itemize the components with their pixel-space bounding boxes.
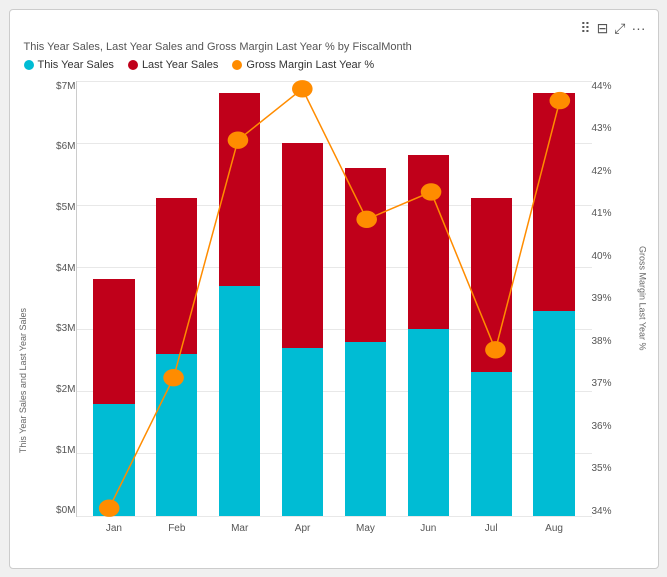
y-left-label-6m: $6M <box>56 141 75 152</box>
legend-dot-gross-margin <box>232 60 242 70</box>
legend-label-this-year: This Year Sales <box>38 59 114 71</box>
bar-teal-aug <box>533 311 574 516</box>
plot-area: Jan Feb Mar <box>76 81 592 517</box>
bar-group-feb: Feb <box>147 81 206 516</box>
x-label-jan: Jan <box>106 523 122 534</box>
y-axis-left: $7M $6M $5M $4M $3M $2M $1M $0M <box>32 77 76 539</box>
bar-teal-jun <box>408 329 449 516</box>
chart-area: This Year Sales and Last Year Sales $7M … <box>18 77 650 539</box>
drag-handle-icon: ⠿ <box>580 20 590 37</box>
bar-red-apr <box>282 143 323 348</box>
bar-group-jun: Jun <box>399 81 458 516</box>
y-left-label-1m: $1M <box>56 445 75 456</box>
bar-teal-apr <box>282 348 323 516</box>
y-left-label-5m: $5M <box>56 202 75 213</box>
x-label-aug: Aug <box>545 523 563 534</box>
bar-stack-feb <box>156 198 197 515</box>
legend-item-gross-margin: Gross Margin Last Year % <box>232 59 374 71</box>
y-left-label-0m: $0M <box>56 505 75 516</box>
chart-container: ⠿ ⊟ ⤢ ··· This Year Sales, Last Year Sal… <box>9 9 659 569</box>
left-axis-title: This Year Sales and Last Year Sales <box>18 308 28 453</box>
bar-red-feb <box>156 198 197 353</box>
y-right-label-36: 36% <box>592 421 612 432</box>
bar-teal-jan <box>93 404 134 516</box>
y-left-label-2m: $2M <box>56 384 75 395</box>
y-right-label-40: 40% <box>592 251 612 262</box>
y-right-label-35: 35% <box>592 463 612 474</box>
grid-line-7 <box>77 516 592 517</box>
legend: This Year Sales Last Year Sales Gross Ma… <box>18 57 650 77</box>
y-left-label-3m: $3M <box>56 323 75 334</box>
legend-item-last-year: Last Year Sales <box>128 59 218 71</box>
bar-group-may: May <box>336 81 395 516</box>
y-right-label-39: 39% <box>592 293 612 304</box>
bar-red-may <box>345 168 386 342</box>
bar-stack-may <box>345 168 386 516</box>
y-right-label-42: 42% <box>592 166 612 177</box>
toolbar: ⠿ ⊟ ⤢ ··· <box>18 18 650 39</box>
y-left-label-4m: $4M <box>56 263 75 274</box>
y-right-label-44: 44% <box>592 81 612 92</box>
bar-group-mar: Mar <box>210 81 269 516</box>
left-axis-title-wrap: This Year Sales and Last Year Sales <box>18 81 32 517</box>
bar-group-apr: Apr <box>273 81 332 516</box>
x-label-jul: Jul <box>485 523 498 534</box>
bar-group-jan: Jan <box>85 81 144 516</box>
y-right-label-37: 37% <box>592 378 612 389</box>
bars-wrapper: Jan Feb Mar <box>77 81 592 516</box>
right-axis-title: Gross Margin Last Year % <box>638 246 648 351</box>
bar-red-jul <box>471 198 512 372</box>
y-left-label-7m: $7M <box>56 81 75 92</box>
legend-dot-this-year <box>24 60 34 70</box>
y-right-label-38: 38% <box>592 336 612 347</box>
filter-icon[interactable]: ⊟ <box>597 20 609 37</box>
x-label-mar: Mar <box>231 523 248 534</box>
y-right-label-41: 41% <box>592 208 612 219</box>
bar-group-jul: Jul <box>462 81 521 516</box>
y-right-label-34: 34% <box>592 506 612 517</box>
chart-title: This Year Sales, Last Year Sales and Gro… <box>18 39 650 57</box>
bar-stack-jan <box>93 279 134 515</box>
bar-stack-jul <box>471 198 512 515</box>
more-icon[interactable]: ··· <box>632 20 646 36</box>
bar-teal-feb <box>156 354 197 516</box>
x-label-apr: Apr <box>295 523 311 534</box>
y-right-label-43: 43% <box>592 123 612 134</box>
x-label-feb: Feb <box>168 523 185 534</box>
bar-red-jun <box>408 155 449 329</box>
y-axis-right: 44% 43% 42% 41% 40% 39% 38% 37% 36% 35% … <box>592 77 636 539</box>
bar-red-aug <box>533 93 574 310</box>
right-axis-title-wrap: Gross Margin Last Year % <box>636 81 650 517</box>
legend-item-this-year: This Year Sales <box>24 59 114 71</box>
expand-icon[interactable]: ⤢ <box>614 20 625 37</box>
legend-label-gross-margin: Gross Margin Last Year % <box>246 59 374 71</box>
bar-group-aug: Aug <box>525 81 584 516</box>
bar-teal-jul <box>471 372 512 515</box>
legend-label-last-year: Last Year Sales <box>142 59 218 71</box>
legend-dot-last-year <box>128 60 138 70</box>
bar-stack-mar <box>219 93 260 515</box>
x-label-jun: Jun <box>420 523 436 534</box>
bar-teal-mar <box>219 286 260 516</box>
bar-stack-aug <box>533 93 574 515</box>
bar-stack-apr <box>282 143 323 516</box>
bar-red-mar <box>219 93 260 286</box>
x-label-may: May <box>356 523 375 534</box>
bar-teal-may <box>345 342 386 516</box>
bar-stack-jun <box>408 155 449 516</box>
bar-red-jan <box>93 279 134 403</box>
